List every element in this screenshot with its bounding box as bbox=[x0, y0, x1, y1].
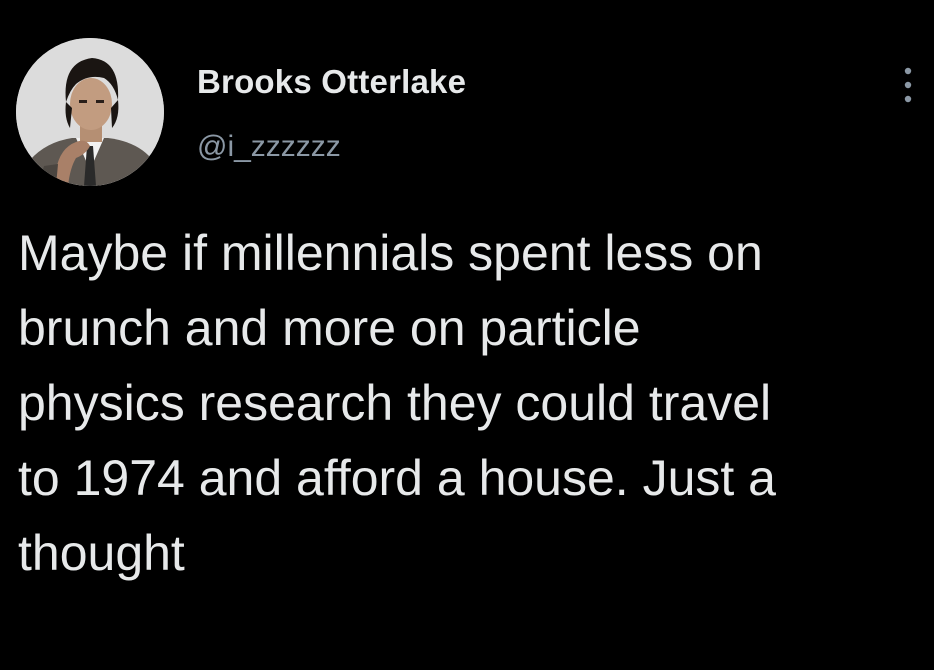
tweet-text: Maybe if millennials spent less on brunc… bbox=[18, 225, 776, 581]
more-vertical-icon bbox=[904, 67, 912, 103]
tweet-card: Brooks Otterlake @i_zzzzzz Maybe if mill… bbox=[0, 0, 934, 670]
avatar[interactable] bbox=[16, 38, 164, 186]
profile-photo-icon bbox=[16, 38, 164, 186]
more-options-button[interactable] bbox=[888, 60, 928, 110]
display-name[interactable]: Brooks Otterlake bbox=[197, 63, 466, 101]
user-handle[interactable]: @i_zzzzzz bbox=[197, 130, 341, 164]
